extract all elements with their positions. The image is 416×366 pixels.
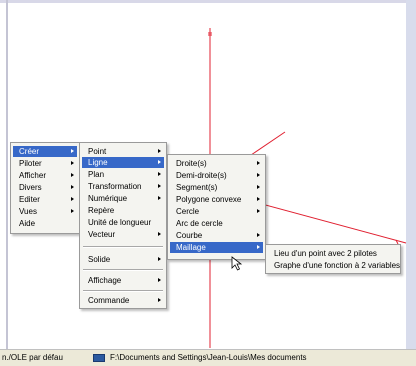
menu-item-demi-droites[interactable]: Demi-droite(s) — [170, 170, 263, 181]
menu-item-repere[interactable]: Repère — [82, 205, 164, 216]
menu-item-label: Ligne — [88, 158, 108, 167]
submenu-arrow-icon — [71, 197, 74, 201]
menu-item-label: Vues — [19, 207, 37, 216]
menu-item-droites[interactable]: Droite(s) — [170, 158, 263, 169]
submenu-arrow-icon — [158, 172, 161, 176]
menu-item-vues[interactable]: Vues — [13, 206, 77, 217]
maillage-submenu: Lieu d'un point avec 2 pilotes Graphe d'… — [265, 244, 401, 274]
submenu-arrow-icon — [158, 184, 161, 188]
menu-item-label: Arc de cercle — [176, 219, 223, 228]
menu-item-label: Repère — [88, 206, 115, 215]
submenu-arrow-icon — [71, 149, 74, 153]
menu-item-label: Transformation — [88, 182, 142, 191]
submenu-arrow-icon — [158, 298, 161, 302]
menu-item-point[interactable]: Point — [82, 146, 164, 157]
menu-item-label: Cercle — [176, 207, 200, 216]
menu-separator — [83, 290, 163, 292]
menu-item-label: Demi-droite(s) — [176, 171, 227, 180]
submenu-arrow-icon — [158, 232, 161, 236]
menu-item-label: Divers — [19, 183, 42, 192]
submenu-arrow-icon — [257, 185, 260, 189]
submenu-arrow-icon — [71, 185, 74, 189]
menu-item-label: Affichage — [88, 276, 122, 285]
menu-item-lieu-point-2-pilotes[interactable]: Lieu d'un point avec 2 pilotes — [268, 248, 398, 259]
menu-item-unite-de-longueur[interactable]: Unité de longueur — [82, 217, 164, 228]
submenu-arrow-icon — [71, 209, 74, 213]
submenu-arrow-icon — [257, 161, 260, 165]
submenu-arrow-icon — [71, 173, 74, 177]
menu-item-label: Commande — [88, 296, 130, 305]
menu-item-piloter[interactable]: Piloter — [13, 158, 77, 169]
menu-separator — [83, 269, 163, 271]
menu-item-vecteur[interactable]: Vecteur — [82, 229, 164, 240]
menu-item-solide[interactable]: Solide — [82, 254, 164, 265]
menu-item-aide[interactable]: Aide — [13, 218, 77, 229]
menu-item-label: Lieu d'un point avec 2 pilotes — [274, 249, 377, 258]
status-bar: n./OLE par défau F:\Documents and Settin… — [0, 349, 416, 366]
submenu-arrow-icon — [257, 173, 260, 177]
submenu-arrow-icon — [158, 278, 161, 282]
menu-item-numerique[interactable]: Numérique — [82, 193, 164, 204]
menu-item-label: Editer — [19, 195, 40, 204]
menu-item-label: Unité de longueur — [88, 218, 152, 227]
submenu-arrow-icon — [71, 161, 74, 165]
menu-item-arc-de-cercle[interactable]: Arc de cercle — [170, 218, 263, 229]
ligne-submenu: Droite(s) Demi-droite(s) Segment(s) Poly… — [167, 154, 266, 260]
menu-item-polygone-convexe[interactable]: Polygone convexe — [170, 194, 263, 205]
menu-item-afficher[interactable]: Afficher — [13, 170, 77, 181]
status-mode-text: n./OLE par défau — [2, 353, 63, 362]
menu-item-label: Vecteur — [88, 230, 116, 239]
submenu-arrow-icon — [257, 209, 260, 213]
menu-item-label: Courbe — [176, 231, 203, 240]
menu-item-cercle[interactable]: Cercle — [170, 206, 263, 217]
menu-item-label: Aide — [19, 219, 36, 228]
menu-item-label: Polygone convexe — [176, 195, 242, 204]
menu-item-label: Solide — [88, 255, 111, 264]
submenu-arrow-icon — [158, 196, 161, 200]
menu-item-label: Piloter — [19, 159, 42, 168]
submenu-arrow-icon — [158, 149, 161, 153]
menu-item-label: Numérique — [88, 194, 128, 203]
submenu-arrow-icon — [158, 257, 161, 261]
submenu-arrow-icon — [257, 233, 260, 237]
menu-item-label: Créer — [19, 147, 40, 156]
menu-item-label: Graphe d'une fonction à 2 variables — [274, 261, 401, 270]
menu-item-affichage[interactable]: Affichage — [82, 275, 164, 286]
menu-item-maillage[interactable]: Maillage — [170, 242, 263, 253]
menu-item-plan[interactable]: Plan — [82, 169, 164, 180]
status-path-text: F:\Documents and Settings\Jean-Louis\Mes… — [110, 353, 307, 362]
submenu-arrow-icon — [158, 160, 161, 164]
menu-item-label: Plan — [88, 170, 105, 179]
menu-item-creer[interactable]: Créer — [13, 146, 77, 157]
submenu-arrow-icon — [257, 245, 260, 249]
menu-item-label: Maillage — [176, 243, 206, 252]
menu-item-label: Afficher — [19, 171, 46, 180]
menu-item-divers[interactable]: Divers — [13, 182, 77, 193]
submenu-arrow-icon — [257, 197, 260, 201]
menu-item-commande[interactable]: Commande — [82, 295, 164, 306]
mouse-cursor-icon — [231, 256, 243, 271]
menu-item-graphe-fonction-2-variables[interactable]: Graphe d'une fonction à 2 variables — [268, 260, 401, 271]
menu-separator — [83, 246, 163, 248]
status-screen-icon — [93, 354, 105, 362]
menu-item-label: Point — [88, 147, 107, 156]
menu-item-courbe[interactable]: Courbe — [170, 230, 263, 241]
menu-item-transformation[interactable]: Transformation — [82, 181, 164, 192]
menu-item-label: Droite(s) — [176, 159, 207, 168]
main-menu: Créer Piloter Afficher Divers Editer Vue… — [10, 142, 80, 234]
menu-item-segments[interactable]: Segment(s) — [170, 182, 263, 193]
menu-item-editer[interactable]: Editer — [13, 194, 77, 205]
creer-submenu: Point Ligne Plan Transformation Numériqu… — [79, 142, 167, 309]
menu-item-ligne[interactable]: Ligne — [82, 157, 164, 168]
menu-item-label: Segment(s) — [176, 183, 218, 192]
